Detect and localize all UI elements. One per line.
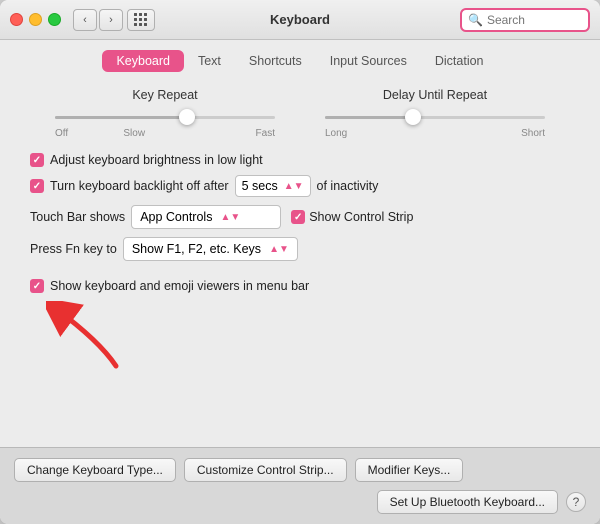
delay-repeat-section: Delay Until Repeat Long Short <box>325 88 545 139</box>
maximize-button[interactable] <box>48 13 61 26</box>
touch-bar-label: Touch Bar shows <box>30 210 125 224</box>
touch-bar-row: Touch Bar shows App Controls ▲▼ ✓ Show C… <box>30 205 570 229</box>
brightness-row: ✓ Adjust keyboard brightness in low ligh… <box>30 153 570 167</box>
tab-dictation[interactable]: Dictation <box>421 50 498 72</box>
fn-dropdown[interactable]: Show F1, F2, etc. Keys ▲▼ <box>123 237 298 261</box>
key-repeat-title: Key Repeat <box>132 88 197 102</box>
emoji-label: Show keyboard and emoji viewers in menu … <box>50 279 309 293</box>
red-arrow-icon <box>46 301 126 371</box>
emoji-row: ✓ Show keyboard and emoji viewers in men… <box>30 275 570 297</box>
show-control-strip-checkbox[interactable]: ✓ <box>291 210 305 224</box>
bluetooth-keyboard-button[interactable]: Set Up Bluetooth Keyboard... <box>377 490 558 514</box>
brightness-checkbox[interactable]: ✓ <box>30 153 44 167</box>
grid-icon <box>134 13 148 27</box>
touch-bar-dropdown[interactable]: App Controls ▲▼ <box>131 205 281 229</box>
key-repeat-track[interactable] <box>55 116 275 119</box>
fn-dropdown-value: Show F1, F2, etc. Keys <box>132 242 261 256</box>
delay-repeat-fill <box>325 116 413 119</box>
delay-repeat-labels: Long Short <box>325 128 545 139</box>
main-content: Key Repeat Off Slow Fast Delay Until Rep… <box>0 78 600 447</box>
window: ‹ › Keyboard 🔍 Keyboard Text Shortcuts I… <box>0 0 600 524</box>
show-control-strip-row: ✓ Show Control Strip <box>291 210 413 224</box>
titlebar: ‹ › Keyboard 🔍 <box>0 0 600 40</box>
press-fn-row: Press Fn key to Show F1, F2, etc. Keys ▲… <box>30 237 570 261</box>
back-button[interactable]: ‹ <box>73 9 97 31</box>
nav-buttons: ‹ › <box>73 9 123 31</box>
delay-repeat-thumb[interactable] <box>405 109 421 125</box>
grid-view-button[interactable] <box>127 9 155 31</box>
traffic-lights <box>10 13 61 26</box>
search-input[interactable] <box>487 13 582 27</box>
bottom-right-actions: Set Up Bluetooth Keyboard... ? <box>377 490 586 514</box>
touch-bar-dropdown-arrow: ▲▼ <box>220 212 240 223</box>
forward-button[interactable]: › <box>99 9 123 31</box>
slider-row: Key Repeat Off Slow Fast Delay Until Rep… <box>30 88 570 139</box>
backlight-label-suffix: of inactivity <box>317 179 379 193</box>
search-icon: 🔍 <box>468 13 483 27</box>
press-fn-label: Press Fn key to <box>30 242 117 256</box>
tab-shortcuts[interactable]: Shortcuts <box>235 50 316 72</box>
backlight-dropdown-value: 5 secs <box>242 179 278 193</box>
backlight-checkbox[interactable]: ✓ <box>30 179 44 193</box>
window-title: Keyboard <box>270 12 330 27</box>
backlight-dropdown-arrow: ▲▼ <box>284 181 304 192</box>
touch-bar-dropdown-value: App Controls <box>140 210 212 224</box>
modifier-keys-button[interactable]: Modifier Keys... <box>355 458 464 482</box>
search-box[interactable]: 🔍 <box>460 8 590 32</box>
key-repeat-thumb[interactable] <box>179 109 195 125</box>
show-control-strip-label: Show Control Strip <box>309 210 413 224</box>
minimize-button[interactable] <box>29 13 42 26</box>
delay-repeat-track[interactable] <box>325 116 545 119</box>
close-button[interactable] <box>10 13 23 26</box>
options-section: ✓ Adjust keyboard brightness in low ligh… <box>30 153 570 261</box>
backlight-dropdown[interactable]: 5 secs ▲▼ <box>235 175 311 197</box>
bottom-bar: Change Keyboard Type... Customize Contro… <box>0 447 600 524</box>
backlight-label-prefix: Turn keyboard backlight off after <box>50 179 229 193</box>
customize-control-button[interactable]: Customize Control Strip... <box>184 458 347 482</box>
key-repeat-slider-container <box>55 108 275 126</box>
tab-bar: Keyboard Text Shortcuts Input Sources Di… <box>0 40 600 78</box>
change-keyboard-button[interactable]: Change Keyboard Type... <box>14 458 176 482</box>
backlight-row: ✓ Turn keyboard backlight off after 5 se… <box>30 175 570 197</box>
key-repeat-section: Key Repeat Off Slow Fast <box>55 88 275 139</box>
help-button[interactable]: ? <box>566 492 586 512</box>
arrow-annotation <box>30 301 570 371</box>
key-repeat-fill <box>55 116 187 119</box>
fn-dropdown-arrow: ▲▼ <box>269 244 289 255</box>
emoji-section: ✓ Show keyboard and emoji viewers in men… <box>30 275 570 371</box>
delay-repeat-slider-container <box>325 108 545 126</box>
tab-input-sources[interactable]: Input Sources <box>316 50 421 72</box>
delay-repeat-title: Delay Until Repeat <box>383 88 487 102</box>
emoji-checkbox[interactable]: ✓ <box>30 279 44 293</box>
tab-keyboard[interactable]: Keyboard <box>102 50 184 72</box>
tab-text[interactable]: Text <box>184 50 235 72</box>
brightness-label: Adjust keyboard brightness in low light <box>50 153 263 167</box>
key-repeat-labels: Off Slow Fast <box>55 128 275 139</box>
